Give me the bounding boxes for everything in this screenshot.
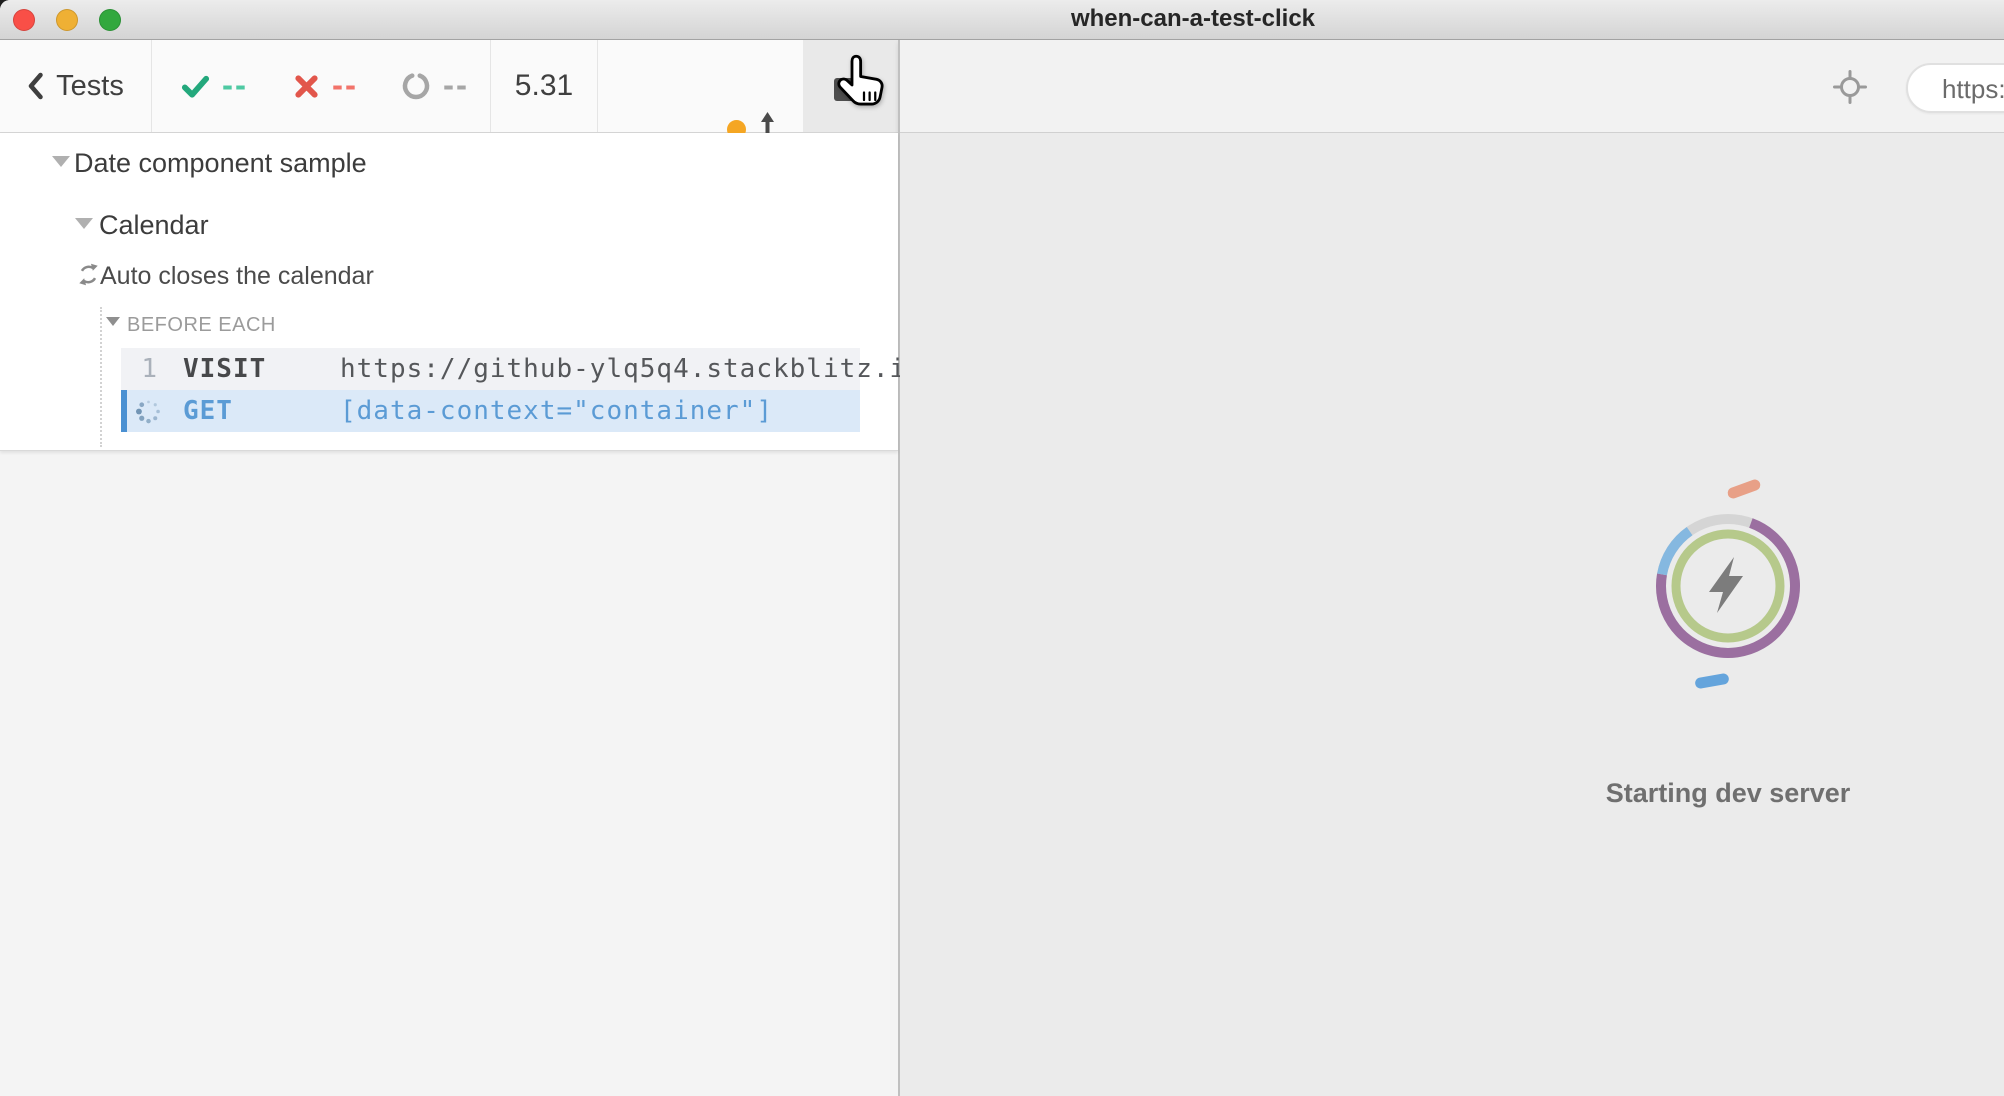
back-to-tests-button[interactable]: Tests: [0, 40, 152, 132]
stackblitz-loader: [1613, 471, 1843, 701]
titlebar: when-can-a-test-click: [0, 0, 2004, 40]
viewport-icon: [834, 78, 877, 101]
pending-count: --: [443, 68, 469, 101]
toolbar-right: [898, 40, 2004, 133]
url-bar: [1906, 63, 2004, 113]
reporter-panel: Date component sample Calendar Auto clos…: [0, 133, 898, 1096]
test-title[interactable]: Auto closes the calendar: [100, 262, 374, 291]
command-row-visit[interactable]: 1 VISIT https://github-ylq5q4.stackblitz…: [121, 348, 860, 390]
passed-count: --: [222, 68, 248, 101]
hook-before-each-label[interactable]: BEFORE EACH: [127, 314, 276, 337]
stat-passed: --: [180, 40, 248, 132]
close-button[interactable]: [13, 9, 35, 31]
hook-indent-line: [100, 307, 102, 447]
toolbar: Tests -- --: [0, 40, 2004, 133]
command-row-get[interactable]: GET [data-context="container"]: [121, 390, 860, 432]
loader-dash-salmon-icon: [1726, 478, 1762, 500]
viewport-button[interactable]: [803, 40, 898, 132]
duration-display: 5.31: [490, 40, 598, 132]
caret-down-icon[interactable]: [106, 317, 120, 326]
test-report-card: Date component sample Calendar Auto clos…: [0, 133, 898, 451]
caret-down-icon[interactable]: [75, 218, 93, 229]
suite-calendar[interactable]: Calendar: [99, 210, 209, 241]
stat-pending: --: [400, 40, 469, 132]
failed-count: --: [332, 68, 358, 101]
suite-date-component-sample[interactable]: Date component sample: [74, 148, 367, 179]
stat-failed: --: [292, 40, 358, 132]
command-message: [data-context="container"]: [340, 390, 773, 432]
command-method: GET: [183, 390, 233, 432]
back-to-tests-label: Tests: [56, 70, 124, 103]
lightning-bolt-icon: [1709, 557, 1743, 613]
command-message: https://github-ylq5q4.stackblitz.io: [340, 348, 923, 390]
zoom-button[interactable]: [99, 9, 121, 31]
command-log: 1 VISIT https://github-ylq5q4.stackblitz…: [121, 348, 860, 432]
active-command-bar: [121, 390, 127, 432]
toolbar-left: Tests -- --: [0, 40, 898, 133]
aut-panel: Starting dev server: [900, 133, 2004, 1096]
selector-playground-icon[interactable]: [1833, 70, 1867, 104]
dev-server-status: Starting dev server: [1606, 778, 1851, 809]
test-running-refresh-icon: [77, 263, 100, 286]
url-input[interactable]: [1908, 65, 2004, 113]
minimize-button[interactable]: [56, 9, 78, 31]
x-icon: [292, 72, 321, 101]
pending-circle-icon: [400, 70, 432, 102]
chevron-left-icon: [27, 72, 44, 100]
app-window: when-can-a-test-click Tests --: [0, 0, 2004, 1096]
loader-dash-blue-icon: [1694, 673, 1729, 690]
check-icon: [180, 71, 211, 102]
command-method: VISIT: [183, 348, 266, 390]
spinner-icon: [135, 398, 162, 425]
window-title: when-can-a-test-click: [1071, 0, 1315, 38]
caret-down-icon[interactable]: [52, 156, 70, 167]
command-number: 1: [121, 348, 157, 390]
